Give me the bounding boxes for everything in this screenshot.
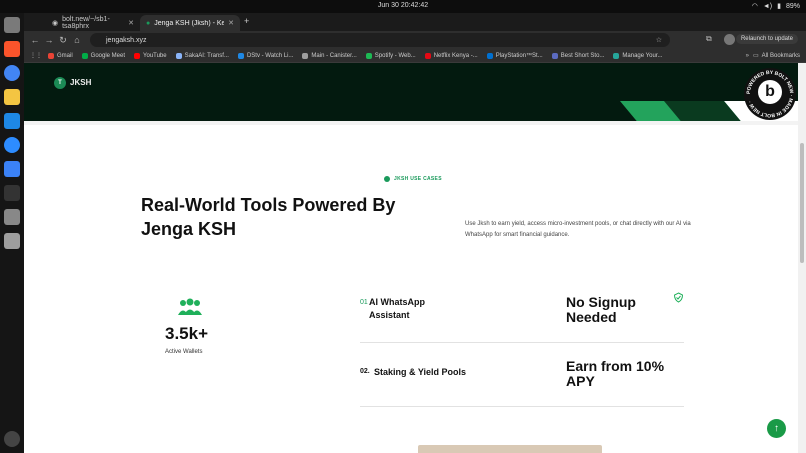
system-top-bar: Jun 30 20:42:42 ◠ ◄) ▮ 89%	[0, 0, 806, 13]
dstv-icon	[237, 52, 244, 59]
section-tag: JKSH USE CASES	[384, 176, 442, 182]
bookmark-item[interactable]: Netflix Kenya -...	[424, 52, 478, 59]
bookmark-item[interactable]: DStv - Watch Li...	[237, 52, 293, 59]
relaunch-button[interactable]: Relaunch to update	[735, 34, 798, 44]
vscode-app-icon[interactable]	[4, 113, 20, 129]
new-tab-icon[interactable]: +	[244, 16, 249, 26]
feature-divider	[360, 406, 684, 407]
story-icon	[551, 52, 558, 59]
show-apps-icon[interactable]	[4, 431, 20, 447]
canister-icon	[302, 52, 309, 59]
bolt-tab-icon: ◉	[52, 20, 59, 27]
feature-number: 01	[360, 299, 368, 306]
tab-bolt[interactable]: ◉ bolt.new/~/sb1-tsa8phrx ✕	[46, 15, 140, 31]
volume-icon: ◄)	[762, 2, 773, 10]
site-header: T JKSH POWERED BY BOLT NEW · MADE IN BOL…	[24, 63, 798, 125]
battery-icon: ▮	[777, 3, 781, 10]
brave-app-icon[interactable]	[4, 41, 20, 57]
tab-strip: ◉ bolt.new/~/sb1-tsa8phrx ✕ ● Jenga KSH …	[24, 13, 806, 31]
bolt-badge[interactable]: POWERED BY BOLT NEW · MADE IN BOLT NEW ·…	[744, 68, 796, 120]
trash-app-icon[interactable]	[4, 233, 20, 249]
battery-percent: 89%	[785, 2, 800, 10]
netflix-icon	[424, 52, 431, 59]
more-bookmarks-icon[interactable]: »	[746, 53, 749, 59]
address-bar[interactable]: jengaksh.xyz ☆	[90, 33, 670, 47]
tab-jenga[interactable]: ● Jenga KSH (Jksh) - Kenya ✕	[140, 15, 240, 31]
feature-divider	[360, 342, 684, 343]
extensions-icon[interactable]: ⧉	[706, 34, 712, 44]
users-icon	[178, 298, 202, 315]
notes-app-icon[interactable]	[4, 89, 20, 105]
header-stripe-graphic	[24, 101, 798, 125]
files-app-icon[interactable]	[4, 17, 20, 33]
wifi-icon: ◠	[751, 3, 758, 10]
chrome-app-icon[interactable]	[4, 65, 20, 81]
feature-title[interactable]: AI WhatsApp Assistant	[369, 296, 449, 322]
bookmark-item[interactable]: Main - Canister...	[302, 52, 357, 59]
tab-label: bolt.new/~/sb1-tsa8phrx	[62, 16, 110, 30]
bookmark-item[interactable]: Manage Your...	[613, 52, 662, 59]
jenga-tab-icon: ●	[146, 19, 151, 27]
logo-badge[interactable]: T	[54, 77, 66, 89]
star-icon[interactable]: ☆	[656, 36, 662, 44]
zoom-app-icon[interactable]	[4, 137, 20, 153]
page-scrollbar[interactable]	[798, 63, 806, 453]
scroll-to-top-button[interactable]: ↑	[767, 419, 786, 438]
reload-icon[interactable]: ↻	[56, 35, 70, 46]
feature-highlight: Earn from 10% APY	[566, 358, 665, 389]
sakaai-icon	[175, 52, 182, 59]
avatar[interactable]	[724, 34, 735, 45]
youtube-icon	[134, 52, 141, 59]
shield-check-icon	[673, 292, 684, 303]
bookmark-item[interactable]: Google Meet	[81, 52, 125, 59]
promo-image	[418, 445, 602, 453]
playstation-icon	[486, 52, 493, 59]
gmail-icon	[48, 52, 54, 59]
bookmark-item[interactable]: SakaAI: Transf...	[175, 52, 229, 59]
system-tray[interactable]: ◠ ◄) ▮ 89%	[751, 2, 800, 11]
close-icon[interactable]: ✕	[128, 19, 134, 27]
bookmark-item[interactable]: Gmail	[48, 52, 73, 59]
system-clock[interactable]: Jun 30 20:42:42	[0, 2, 806, 9]
home-icon[interactable]: ⌂	[70, 35, 84, 45]
tab-label: Jenga KSH (Jksh) - Kenya	[154, 19, 225, 27]
arrow-up-icon: ↑	[774, 423, 779, 434]
back-icon[interactable]: ←	[28, 35, 42, 45]
bookmark-item[interactable]: YouTube	[134, 52, 167, 59]
browser-toolbar: ← → ↻ ⌂ jengaksh.xyz ☆ ⧉ Relaunch to upd…	[24, 31, 806, 49]
logo-text[interactable]: JKSH	[70, 78, 91, 87]
wallets-stat-label: Active Wallets	[165, 349, 203, 355]
terminal-app-icon[interactable]	[4, 185, 20, 201]
url-text: jengaksh.xyz	[106, 36, 147, 44]
feature-title[interactable]: Staking & Yield Pools	[374, 366, 494, 379]
meet-icon	[81, 52, 88, 59]
page-title: Real-World Tools Powered By Jenga KSH	[141, 195, 396, 239]
apps-grid-icon[interactable]: ⋮⋮	[30, 52, 42, 59]
app-dock	[0, 13, 24, 453]
forward-icon[interactable]: →	[42, 35, 56, 45]
bookmark-item[interactable]: Best Short Sto...	[551, 52, 604, 59]
lead-paragraph: Use Jksh to earn yield, access micro-inv…	[465, 221, 691, 238]
bolt-logo-icon: b	[758, 80, 782, 104]
spotify-icon	[365, 52, 372, 59]
all-bookmarks[interactable]: ▭ All Bookmarks	[752, 52, 800, 60]
text-editor-app-icon[interactable]	[4, 209, 20, 225]
bookmarks-bar: ⋮⋮ Gmail Google Meet YouTube SakaAI: Tra…	[24, 49, 806, 63]
browser-window: ◉ bolt.new/~/sb1-tsa8phrx ✕ ● Jenga KSH …	[24, 13, 806, 453]
bookmark-item[interactable]: Spotify - Web...	[365, 52, 416, 59]
bookmark-item[interactable]: PlayStation™St...	[486, 52, 543, 59]
folder-icon: ▭	[752, 53, 759, 59]
tag-dot-icon	[384, 176, 390, 182]
scrollbar-thumb[interactable]	[800, 143, 804, 263]
app-center-icon[interactable]	[4, 161, 20, 177]
web-page: T JKSH POWERED BY BOLT NEW · MADE IN BOL…	[24, 63, 798, 453]
manage-icon	[613, 52, 620, 59]
wallets-stat-value: 3.5k+	[165, 324, 209, 343]
close-icon[interactable]: ✕	[228, 19, 234, 27]
feature-highlight: No Signup Needed	[566, 294, 636, 325]
feature-number: 02.	[360, 368, 370, 375]
